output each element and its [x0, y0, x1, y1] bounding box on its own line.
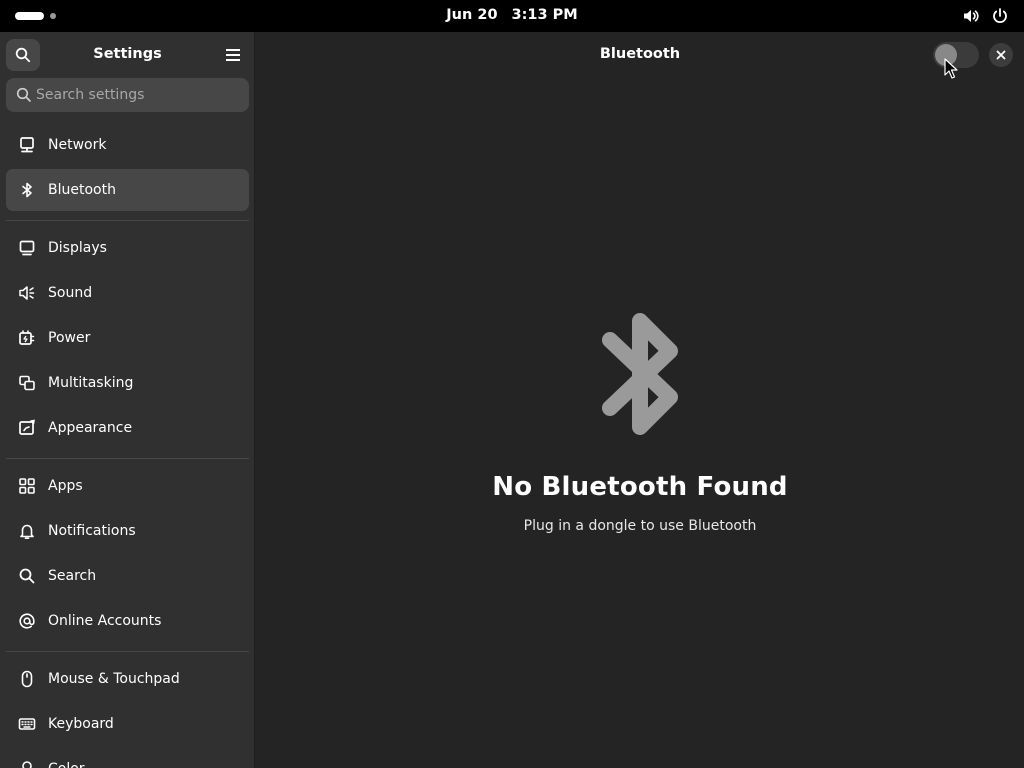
bell-icon — [20, 524, 34, 539]
sidebar-item-label: Mouse & Touchpad — [48, 671, 180, 687]
sidebar-item-label: Sound — [48, 285, 93, 301]
sidebar-item-mouse-touchpad[interactable]: Mouse & Touchpad — [6, 658, 249, 700]
sidebar-item-label: Bluetooth — [48, 182, 116, 198]
search-input[interactable] — [36, 78, 241, 112]
sidebar-item-label: Notifications — [48, 523, 136, 539]
mouse-pointer-icon — [944, 58, 958, 79]
close-icon — [996, 50, 1006, 60]
clock-time: 3:13 PM — [511, 7, 578, 23]
sidebar-item-multitasking[interactable]: Multitasking — [6, 362, 249, 404]
volume-icon[interactable] — [962, 7, 980, 25]
empty-state-title: No Bluetooth Found — [492, 472, 788, 502]
sidebar-separator — [6, 651, 249, 652]
main-menu-button[interactable] — [218, 39, 248, 71]
sidebar-item-sound[interactable]: Sound — [6, 272, 249, 314]
sidebar-item-notifications[interactable]: Notifications — [6, 510, 249, 552]
sidebar-item-bluetooth[interactable]: Bluetooth — [6, 169, 249, 211]
close-button[interactable] — [989, 43, 1013, 67]
sidebar: Settings Network — [0, 32, 255, 768]
sidebar-item-label: Displays — [48, 240, 107, 256]
sidebar-item-label: Network — [48, 137, 107, 153]
search-field[interactable] — [6, 78, 249, 112]
system-power-icon[interactable] — [991, 7, 1009, 25]
clock[interactable]: Jun 20 3:13 PM — [0, 0, 1024, 32]
sidebar-item-label: Multitasking — [48, 375, 134, 391]
sidebar-item-appearance[interactable]: Appearance — [6, 407, 249, 449]
sidebar-title: Settings — [93, 46, 162, 62]
sidebar-item-label: Keyboard — [48, 716, 114, 732]
sidebar-item-search[interactable]: Search — [6, 555, 249, 597]
bluetooth-icon — [22, 182, 32, 198]
sidebar-item-label: Apps — [48, 478, 83, 494]
apps-icon — [19, 478, 35, 494]
appearance-icon — [19, 419, 35, 435]
sidebar-item-label: Search — [48, 568, 97, 584]
sidebar-item-apps[interactable]: Apps — [6, 465, 249, 507]
display-icon — [19, 240, 35, 256]
hamburger-menu-icon — [226, 49, 240, 61]
empty-state-subtitle: Plug in a dongle to use Bluetooth — [523, 518, 757, 534]
multitasking-icon — [19, 375, 35, 391]
search-icon — [19, 568, 35, 584]
sidebar-item-label: Power — [48, 330, 91, 346]
bluetooth-disabled-icon — [602, 313, 678, 435]
keyboard-icon — [18, 718, 36, 730]
sidebar-item-keyboard[interactable]: Keyboard — [6, 703, 249, 745]
sidebar-item-power[interactable]: Power — [6, 317, 249, 359]
bluetooth-panel: Bluetooth No Bluetooth Found Plug in a d… — [256, 32, 1024, 768]
at-icon — [19, 613, 35, 629]
sidebar-item-label: Online Accounts — [48, 613, 162, 629]
color-icon — [22, 761, 32, 768]
sound-icon — [19, 286, 35, 300]
sidebar-separator — [6, 458, 249, 459]
sidebar-item-displays[interactable]: Displays — [6, 227, 249, 269]
sidebar-item-online-accounts[interactable]: Online Accounts — [6, 600, 249, 642]
sidebar-item-label: Appearance — [48, 420, 133, 436]
network-icon — [20, 137, 34, 153]
top-bar: Jun 20 3:13 PM — [0, 0, 1024, 32]
sidebar-separator — [6, 220, 249, 221]
sidebar-item-label: Color — [48, 748, 85, 768]
settings-window: Settings Network — [0, 32, 1024, 768]
sidebar-item-network[interactable]: Network — [6, 124, 249, 166]
clock-date: Jun 20 — [446, 7, 498, 23]
search-icon — [16, 87, 31, 102]
sidebar-item-color[interactable]: Color — [6, 748, 249, 768]
power-icon — [19, 330, 35, 345]
mouse-icon — [21, 670, 33, 688]
page-title: Bluetooth — [599, 46, 681, 62]
sidebar-header: Settings — [0, 32, 254, 78]
